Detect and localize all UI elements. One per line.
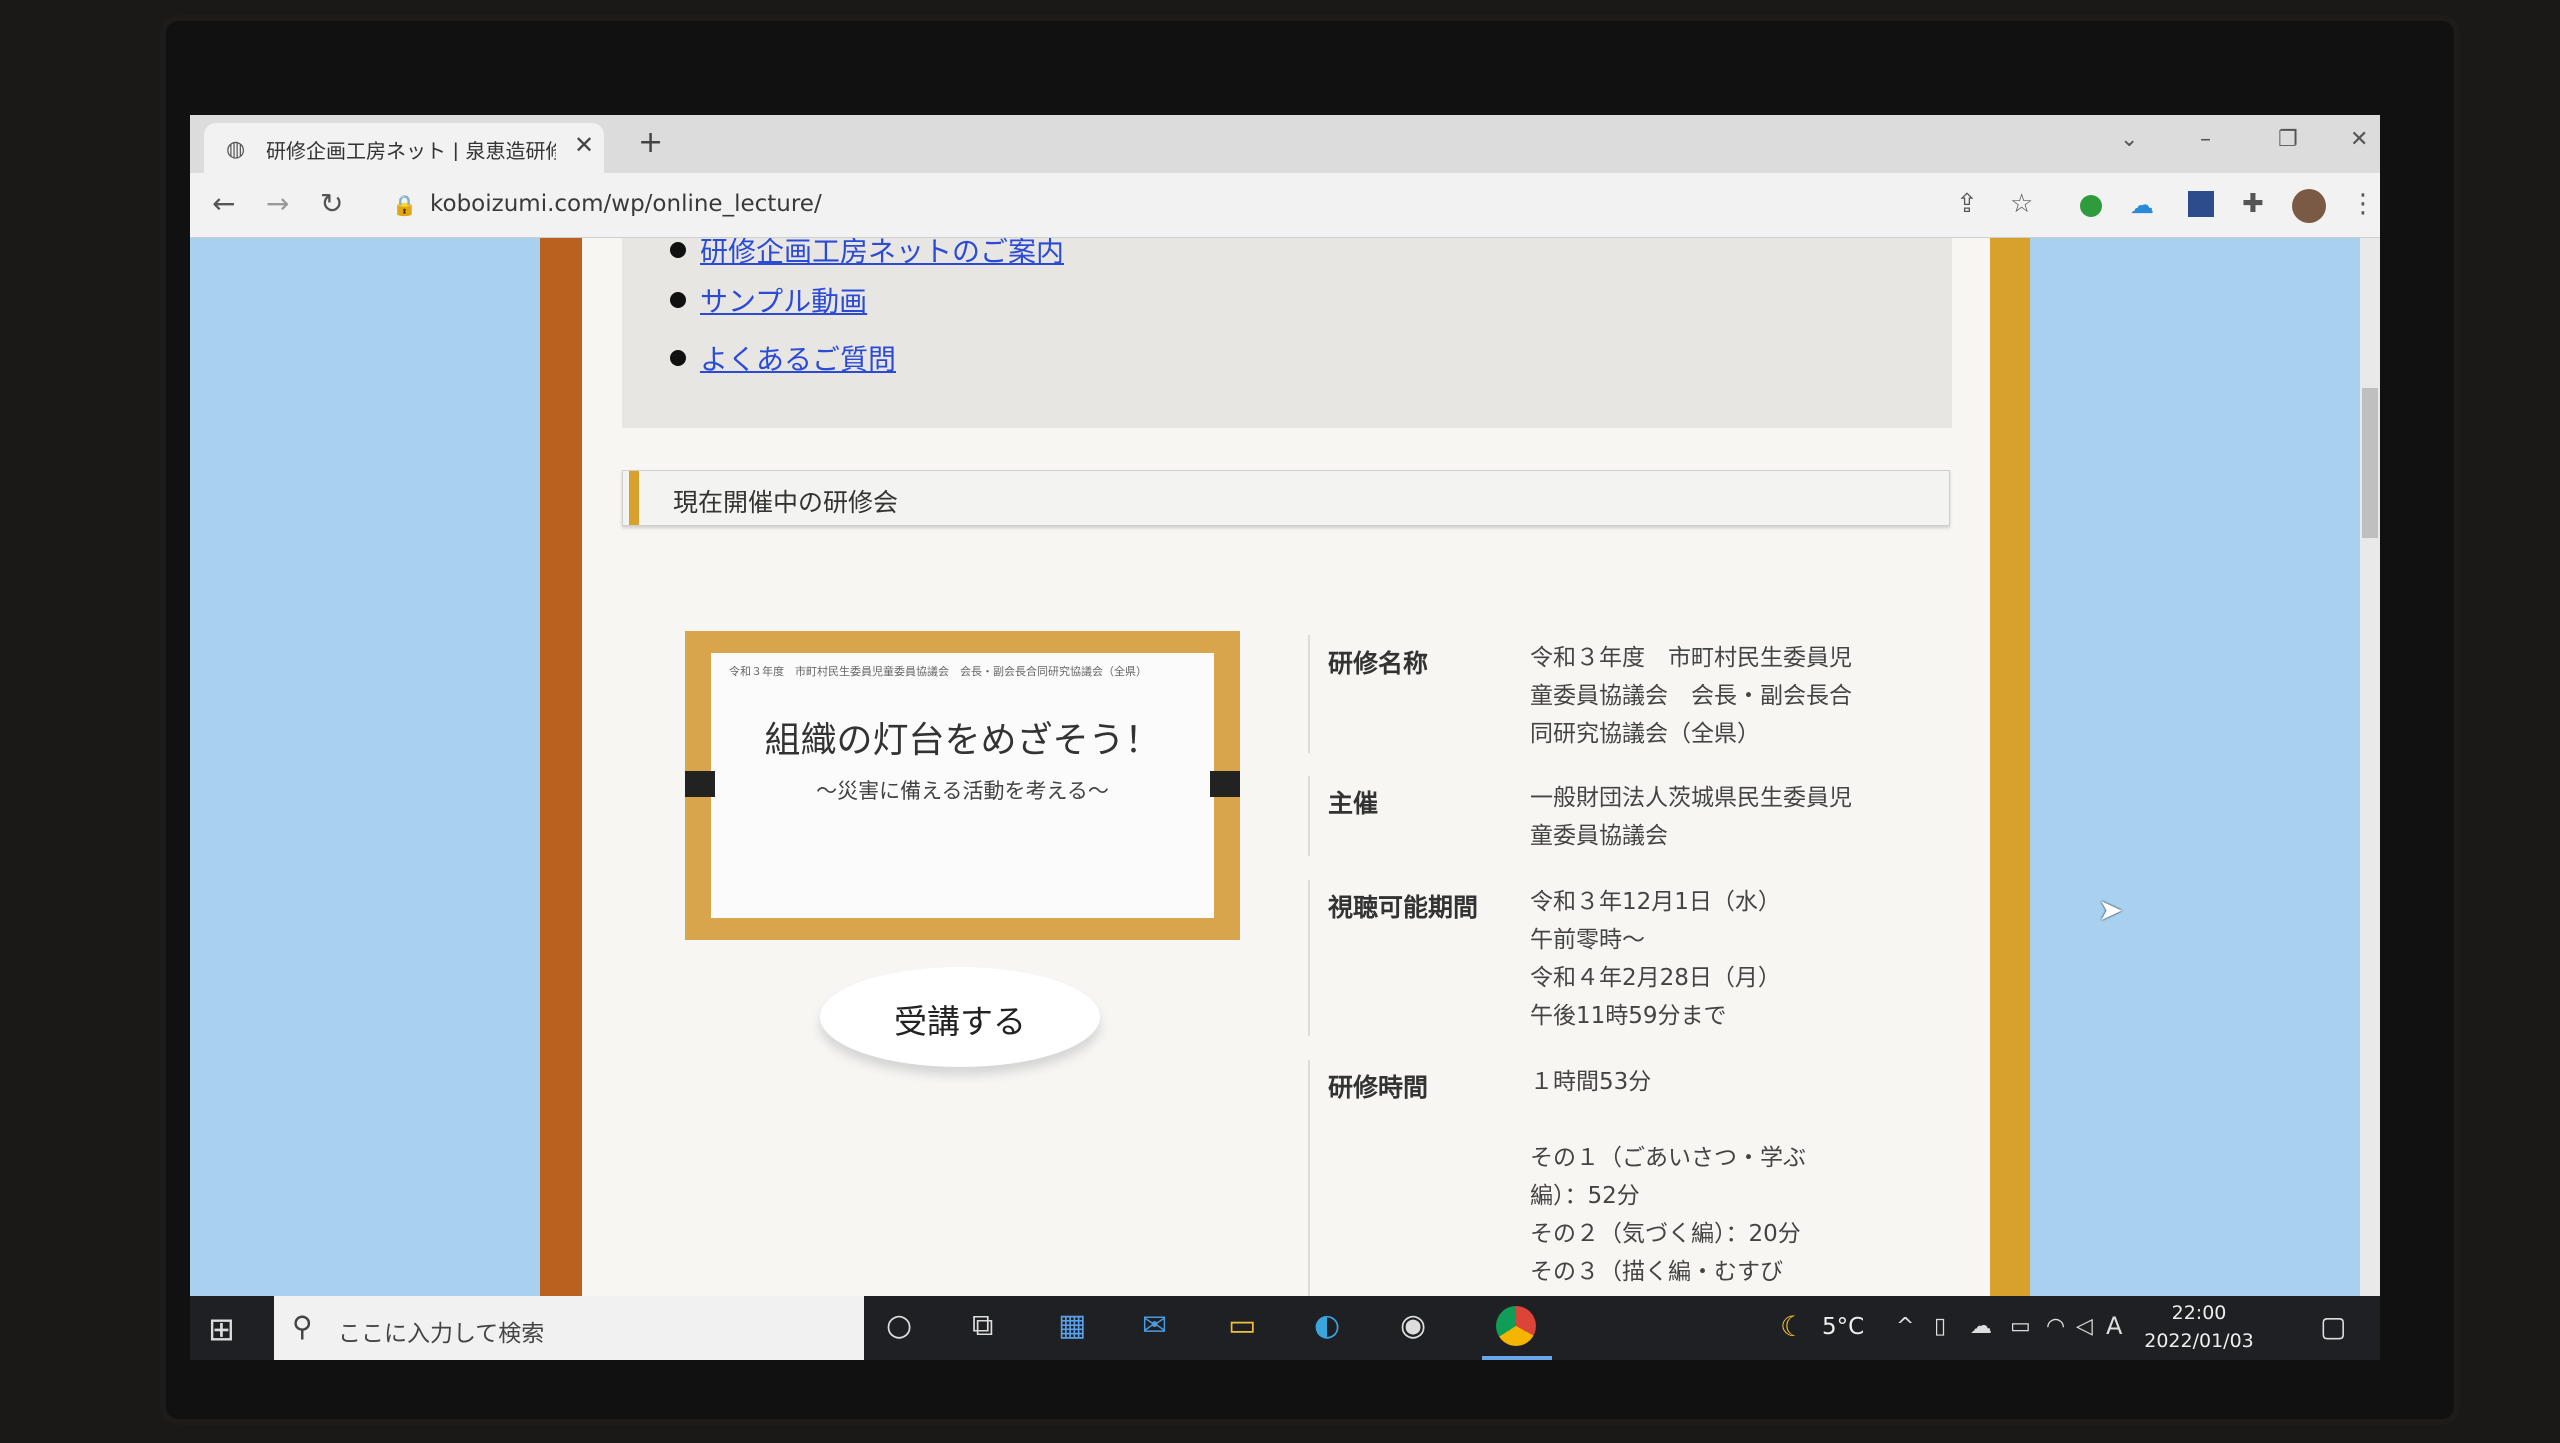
cortana-icon[interactable]: ○ bbox=[886, 1308, 912, 1343]
phone-icon[interactable]: ▯ bbox=[1934, 1314, 1946, 1339]
wood-border-right bbox=[1990, 238, 2030, 1296]
profile-avatar[interactable] bbox=[2292, 189, 2326, 223]
section-heading: 現在開催中の研修会 bbox=[622, 470, 1950, 526]
weather-moon-icon[interactable]: ☾ bbox=[1780, 1310, 1805, 1343]
extension-cloud-icon[interactable]: ☁ bbox=[2130, 191, 2154, 219]
bullet-icon bbox=[670, 242, 686, 258]
close-tab-icon[interactable]: ✕ bbox=[574, 131, 594, 159]
mail-icon[interactable]: ✉ bbox=[1142, 1308, 1167, 1343]
taskbar-search-box[interactable]: ⚲ ここに入力して検索 bbox=[274, 1296, 864, 1360]
ime-indicator[interactable]: A bbox=[2106, 1312, 2122, 1340]
minimize-icon[interactable]: – bbox=[2200, 127, 2211, 152]
page-viewport: 研修企画工房ネットのご案内 サンプル動画 よくあるご質問 現在開催中の研修会 令… bbox=[190, 238, 2380, 1296]
detail-label-name: 研修名称 bbox=[1328, 649, 1429, 678]
detail-value-viewing-period: 令和３年12月1日（水） 午前零時～ 令和４年2月28日（月） 午後11時59分… bbox=[1530, 889, 1781, 1029]
window-close-icon[interactable]: ✕ bbox=[2350, 127, 2368, 152]
browser-tab[interactable]: ◍ 研修企画工房ネット | 泉恵造研修 ✕ bbox=[204, 123, 604, 173]
detail-label-viewing-period: 視聴可能期間 bbox=[1328, 893, 1479, 922]
detail-value-name: 令和３年度 市町村民生委員児 童委員協議会 会長・副会長合 同研究協議会（全県） bbox=[1530, 645, 1852, 747]
new-tab-button[interactable]: + bbox=[638, 125, 663, 160]
active-app-indicator bbox=[1482, 1356, 1552, 1360]
address-bar[interactable]: koboizumi.com/wp/online_lecture/ bbox=[430, 191, 822, 217]
clock-date[interactable]: 2022/01/03 bbox=[2134, 1330, 2264, 1352]
restore-icon[interactable]: ❐ bbox=[2278, 127, 2298, 152]
heading-accent-bar bbox=[629, 471, 639, 525]
windows-start-icon[interactable]: ⊞ bbox=[208, 1310, 235, 1348]
forward-arrow-icon[interactable]: → bbox=[266, 187, 289, 220]
taskbar-search-placeholder: ここに入力して検索 bbox=[338, 1321, 545, 1347]
battery-icon[interactable]: ▭ bbox=[2010, 1314, 2031, 1339]
thumbnail-credit bbox=[970, 843, 1200, 876]
detail-label-organizer: 主催 bbox=[1328, 789, 1379, 818]
thumbnail-clip-right bbox=[1210, 771, 1240, 797]
detail-label-duration: 研修時間 bbox=[1328, 1073, 1429, 1102]
taskbar: ⊞ ⚲ ここに入力して検索 ○ ⧉ ▦ ✉ ▭ ◐ ◉ ☾ 5°C ^ ▯ ☁ … bbox=[190, 1296, 2380, 1360]
tab-strip: ◍ 研修企画工房ネット | 泉恵造研修 ✕ + ⌄ – ❐ ✕ bbox=[190, 115, 2380, 173]
wifi-icon[interactable]: ◠ bbox=[2046, 1314, 2065, 1339]
extensions-puzzle-icon[interactable]: ✚ bbox=[2242, 189, 2264, 219]
lecture-thumbnail[interactable]: 令和３年度 市町村民生委員児童委員協議会 会長・副会長合同研究協議会（全県） 組… bbox=[685, 631, 1240, 940]
scrollbar-thumb[interactable] bbox=[2362, 388, 2378, 538]
edge-icon[interactable]: ◐ bbox=[1314, 1308, 1340, 1343]
wood-border-left bbox=[540, 238, 582, 1296]
thumbnail-subtitle: ～災害に備える活動を考える～ bbox=[816, 779, 1109, 803]
volume-icon[interactable]: ◁ bbox=[2076, 1314, 2093, 1339]
enroll-button[interactable]: 受講する bbox=[820, 967, 1100, 1067]
detail-value-duration: １時間53分 その１（ごあいさつ・学ぶ 編）：52分 その２（気づく編）：20分… bbox=[1530, 1069, 1806, 1285]
menu-link-faq[interactable]: よくあるご質問 bbox=[700, 338, 896, 378]
extension-green-icon[interactable] bbox=[2080, 195, 2102, 217]
chrome-icon[interactable] bbox=[1496, 1306, 1536, 1346]
menu-kebab-icon[interactable]: ⋮ bbox=[2350, 189, 2376, 219]
lock-icon: 🔒 bbox=[392, 193, 417, 217]
search-icon: ⚲ bbox=[292, 1310, 313, 1343]
bullet-icon bbox=[670, 350, 686, 366]
reload-icon[interactable]: ↻ bbox=[320, 187, 343, 220]
thumbnail-header: 令和３年度 市町村民生委員児童委員協議会 会長・副会長合同研究協議会（全県） bbox=[729, 665, 1147, 678]
globe-icon: ◍ bbox=[226, 137, 246, 162]
task-view-icon[interactable]: ⧉ bbox=[972, 1308, 993, 1343]
thumbnail-title: 組織の灯台をめざそう！ bbox=[764, 720, 1161, 761]
back-arrow-icon[interactable]: ← bbox=[212, 187, 235, 220]
tab-search-icon[interactable]: ⌄ bbox=[2120, 127, 2138, 152]
share-icon[interactable]: ⇪ bbox=[1956, 189, 1978, 219]
store-icon[interactable]: ▦ bbox=[1058, 1308, 1086, 1343]
detail-divider bbox=[1308, 1060, 1310, 1296]
menu-link-sample-video[interactable]: サンプル動画 bbox=[700, 280, 867, 320]
bullet-icon bbox=[670, 292, 686, 308]
detail-divider bbox=[1308, 776, 1310, 856]
menu-link-guide[interactable]: 研修企画工房ネットのご案内 bbox=[700, 238, 1064, 270]
browser-toolbar: ← → ↻ 🔒 koboizumi.com/wp/online_lecture/… bbox=[190, 173, 2380, 238]
detail-divider bbox=[1308, 635, 1310, 753]
mouse-pointer-icon: ➤ bbox=[2098, 893, 2124, 928]
detail-divider bbox=[1308, 880, 1310, 1036]
detail-value-organizer: 一般財団法人茨城県民生委員児 童委員協議会 bbox=[1530, 785, 1852, 849]
file-explorer-icon[interactable]: ▭ bbox=[1228, 1308, 1256, 1343]
extension-app-icon[interactable] bbox=[2188, 191, 2214, 217]
camera-icon[interactable]: ◉ bbox=[1400, 1308, 1426, 1343]
notification-icon[interactable]: ▢ bbox=[2320, 1310, 2346, 1343]
section-heading-text: 現在開催中の研修会 bbox=[673, 488, 899, 517]
screen: ◍ 研修企画工房ネット | 泉恵造研修 ✕ + ⌄ – ❐ ✕ ← → ↻ 🔒 … bbox=[190, 115, 2380, 1360]
clock-time[interactable]: 22:00 bbox=[2144, 1302, 2254, 1324]
onedrive-cloud-icon[interactable]: ☁ bbox=[1970, 1314, 1992, 1339]
tab-title: 研修企画工房ネット | 泉恵造研修 bbox=[266, 139, 556, 161]
thumbnail-card: 令和３年度 市町村民生委員児童委員協議会 会長・副会長合同研究協議会（全県） 組… bbox=[711, 653, 1214, 918]
bookmark-star-icon[interactable]: ☆ bbox=[2010, 189, 2033, 219]
show-hidden-icons-icon[interactable]: ^ bbox=[1896, 1314, 1914, 1339]
weather-temperature[interactable]: 5°C bbox=[1822, 1314, 1864, 1340]
thumbnail-clip-left bbox=[685, 771, 715, 797]
enroll-button-label: 受講する bbox=[894, 1002, 1026, 1041]
